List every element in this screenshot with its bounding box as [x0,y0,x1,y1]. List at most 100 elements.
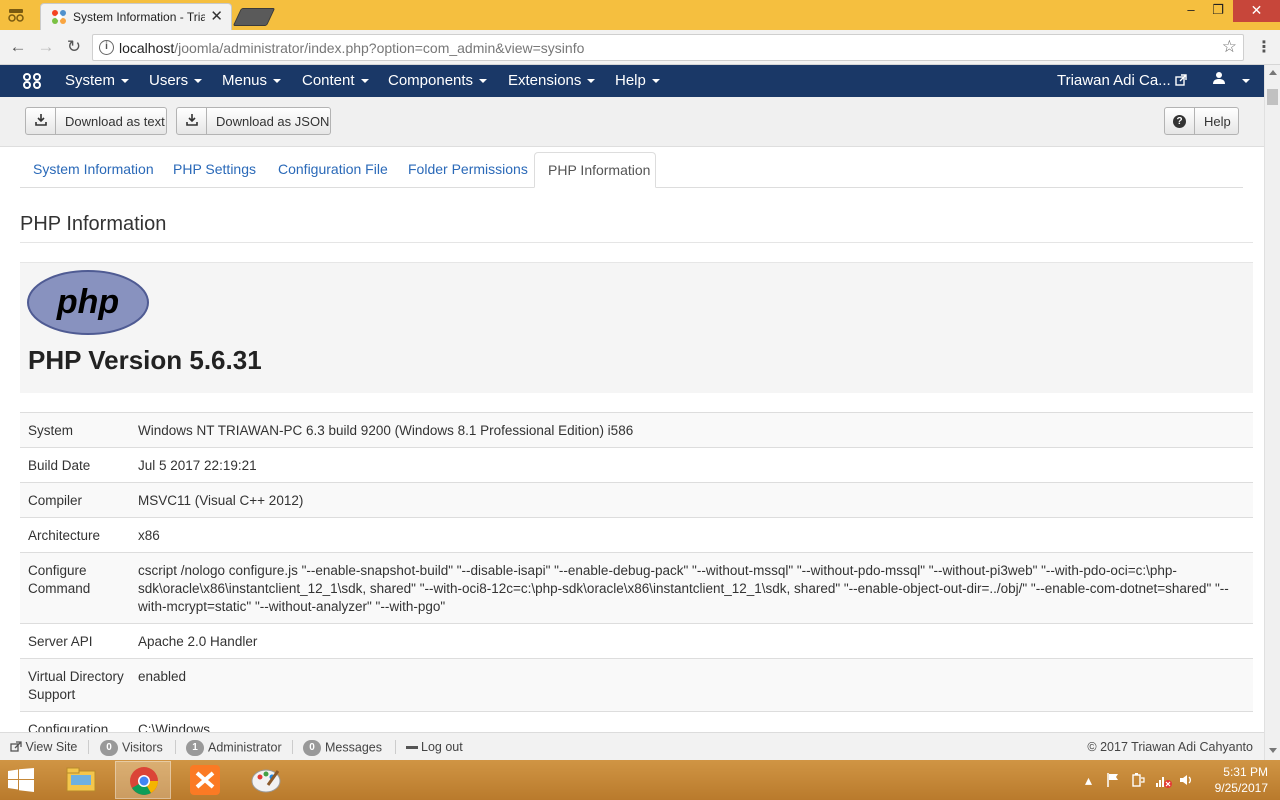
tab-system-information[interactable]: System Information [33,161,154,177]
php-logo-text: php [56,283,119,321]
windows-taskbar: ▴ 5:31 PM 9/25/2017 [0,760,1280,800]
page-scrollbar[interactable] [1264,65,1280,760]
messages-label: Messages [325,740,382,755]
download-icon [177,108,207,134]
info-icon[interactable]: i [99,40,114,55]
download-icon [26,108,56,134]
menu-content[interactable]: Content [302,72,369,89]
new-tab-button[interactable] [232,8,276,26]
download-json-label: Download as JSON [216,114,330,129]
external-link-icon[interactable] [1175,74,1187,89]
browser-toolbar: ← → ↻ i localhost/joomla/administrator/i… [0,30,1280,65]
chevron-down-icon[interactable] [1242,79,1250,83]
tab-folder-permissions[interactable]: Folder Permissions [408,161,528,177]
messages-count-badge: 0 [303,740,321,756]
php-info-table: System Windows NT TRIAWAN-PC 6.3 build 9… [20,412,1253,747]
action-center-flag-icon[interactable] [1105,772,1121,791]
help-button[interactable]: ? Help [1164,107,1239,135]
page-title: PHP Information [20,213,167,235]
network-disconnected-icon[interactable] [1155,772,1173,791]
close-window-button[interactable]: ✕ [1233,0,1280,22]
menu-help-label: Help [615,72,646,89]
menu-components-label: Components [388,72,474,89]
volume-icon[interactable] [1178,772,1194,791]
scroll-thumb[interactable] [1267,89,1278,105]
menu-system[interactable]: System [65,72,130,89]
table-row: Build Date Jul 5 2017 22:19:21 [20,448,1253,483]
admin-statusbar: View Site 0 Visitors 1 Administrator 0 Mess… [0,732,1264,760]
row-value: enabled [138,669,187,684]
menu-menus[interactable]: Menus [222,72,282,89]
paint-icon[interactable] [238,761,294,799]
tab-configuration-file[interactable]: Configuration File [278,161,388,177]
reload-icon[interactable]: ↻ [63,36,85,58]
url-host: localhost [119,40,175,56]
menu-users[interactable]: Users [149,72,203,89]
administrator-label: Administrator [208,740,282,755]
download-text-button[interactable]: Download as text [25,107,167,135]
download-json-button[interactable]: Download as JSON [176,107,331,135]
back-arrow-icon[interactable]: ← [7,36,29,58]
row-key: Server API [28,634,93,649]
admin-count-badge: 1 [186,740,204,756]
php-version: PHP Version 5.6.31 [28,345,262,375]
site-name-link[interactable]: Triawan Adi Ca... [1057,72,1171,89]
visitors-label: Visitors [122,740,163,755]
view-site-link[interactable]: View Site [10,740,77,754]
browser-menu-icon[interactable]: ⋮ [1256,38,1272,58]
address-bar[interactable]: i localhost/joomla/administrator/index.p… [92,34,1244,61]
show-hidden-icons[interactable]: ▴ [1085,772,1092,789]
row-key: Virtual Directory Support [28,669,124,702]
chrome-icon[interactable] [115,761,171,799]
taskbar-clock[interactable]: 5:31 PM 9/25/2017 [1198,764,1268,796]
menu-help[interactable]: Help [615,72,660,89]
scroll-down-icon[interactable] [1269,748,1277,753]
row-key: System [28,423,74,438]
menu-extensions[interactable]: Extensions [508,72,596,89]
table-row: Server API Apache 2.0 Handler [20,624,1253,659]
table-row: Compiler MSVC11 (Visual C++ 2012) [20,483,1253,518]
sysinfo-tabs: System Information PHP Settings Configur… [20,152,1243,188]
tab-php-information-label: PHP Information [548,162,651,178]
menu-components[interactable]: Components [388,72,488,89]
power-icon[interactable] [1130,772,1146,791]
chevron-down-icon [479,79,488,84]
url-text[interactable]: localhost/joomla/administrator/index.php… [119,40,584,56]
menu-system-label: System [65,72,116,89]
scroll-up-icon[interactable] [1269,70,1277,75]
clock-date: 9/25/2017 [1214,781,1268,795]
messages-link[interactable]: 0 Messages [303,740,382,756]
browser-tab[interactable]: System Information - Tria ✕ [40,3,232,30]
logout-link[interactable]: Log out [406,740,463,754]
minimize-button[interactable]: – [1176,0,1206,22]
bookmark-star-icon[interactable]: ☆ [1222,37,1237,57]
joomla-favicon-icon [51,9,67,25]
row-value: Jul 5 2017 22:19:21 [138,458,257,473]
divider [20,242,1253,243]
visitors-link[interactable]: 0 Visitors [100,740,163,756]
menu-menus-label: Menus [222,72,268,89]
user-icon[interactable] [1212,71,1226,88]
xampp-icon[interactable] [177,761,233,799]
row-key: Compiler [28,493,83,508]
menu-users-label: Users [149,72,189,89]
copyright-text: © 2017 Triawan Adi Cahyanto [1087,740,1253,754]
divider [292,740,293,754]
logout-label: Log out [421,740,463,754]
chevron-down-icon [360,79,369,84]
row-value: MSVC11 (Visual C++ 2012) [138,493,304,508]
row-key: Architecture [28,528,101,543]
tab-php-information[interactable]: PHP Information [534,152,656,188]
file-explorer-icon[interactable] [53,761,109,799]
close-tab-icon[interactable]: ✕ [210,7,223,25]
visitors-count-badge: 0 [100,740,118,756]
chevron-down-icon [587,79,596,84]
row-value: cscript /nologo configure.js "--enable-s… [138,563,1229,614]
joomla-logo-icon[interactable] [22,72,42,90]
tab-php-settings[interactable]: PHP Settings [173,161,256,177]
administrator-link[interactable]: 1 Administrator [186,740,282,756]
admin-navbar: System Users Menus Content Components Ex… [0,65,1264,97]
maximize-button[interactable]: ❐ [1203,0,1233,22]
windows-start-icon[interactable] [8,768,34,792]
forward-arrow-icon[interactable]: → [35,36,57,58]
